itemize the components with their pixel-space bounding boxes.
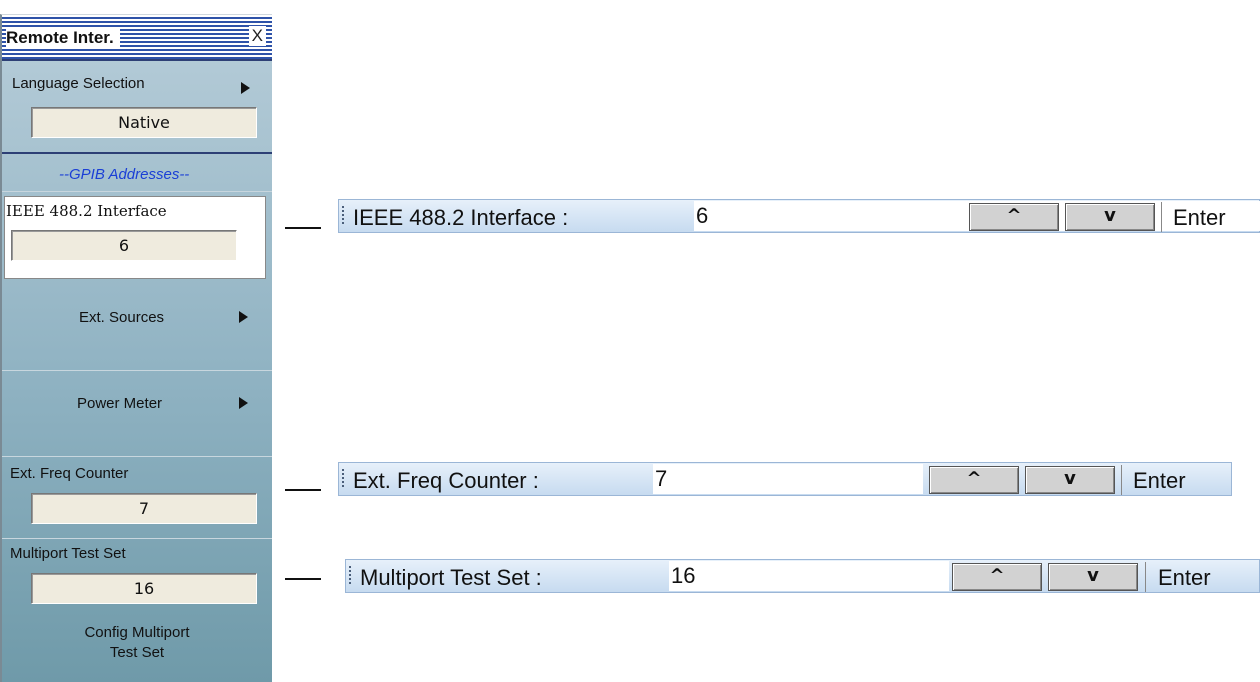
caret-down-icon: v xyxy=(1064,468,1076,489)
gpib-header-text: --GPIB Addresses-- xyxy=(59,166,190,183)
drag-grip-icon[interactable] xyxy=(349,566,351,586)
caret-up-icon: ^ xyxy=(989,565,1005,586)
ext-freq-counter-label: Ext. Freq Counter xyxy=(10,465,129,482)
ieee-interface-button[interactable]: IEEE 488.2 Interface 6 xyxy=(4,196,266,279)
power-meter-button[interactable]: Power Meter xyxy=(2,371,272,457)
increment-button[interactable]: ^ xyxy=(969,203,1059,231)
right-triangle-icon xyxy=(239,397,248,409)
ext-freq-counter-input[interactable] xyxy=(653,464,923,494)
ieee-interface-value-field: 6 xyxy=(11,230,237,261)
menu-title-bar: Remote Inter. X xyxy=(2,15,272,61)
close-button[interactable]: X xyxy=(248,26,266,46)
caret-up-icon: ^ xyxy=(966,468,982,489)
enter-button[interactable]: Enter xyxy=(1158,565,1211,591)
connector-line xyxy=(285,578,321,580)
gpib-addresses-header: --GPIB Addresses-- xyxy=(2,156,272,192)
caret-down-icon: v xyxy=(1104,205,1116,226)
right-triangle-icon xyxy=(239,311,248,323)
dialog-label: Multiport Test Set : xyxy=(360,565,542,590)
connector-line xyxy=(285,489,321,491)
ieee-interface-label: IEEE 488.2 Interface xyxy=(6,202,167,220)
increment-button[interactable]: ^ xyxy=(952,563,1042,591)
ext-freq-counter-value-field: 7 xyxy=(31,493,257,524)
connector-line xyxy=(285,227,321,229)
enter-button[interactable]: Enter xyxy=(1173,205,1226,231)
ieee-interface-entry-toolbar: IEEE 488.2 Interface : ^ v Enter xyxy=(338,199,1260,233)
drag-grip-icon[interactable] xyxy=(342,206,344,226)
dialog-label: Ext. Freq Counter : xyxy=(353,468,539,493)
separator xyxy=(1121,465,1122,495)
drag-grip-icon[interactable] xyxy=(342,469,344,489)
remote-interface-menu: Remote Inter. X Language Selection Nativ… xyxy=(0,14,272,682)
multiport-test-set-input[interactable] xyxy=(669,561,949,591)
menu-title: Remote Inter. xyxy=(6,28,120,48)
separator xyxy=(1161,202,1162,232)
right-triangle-icon xyxy=(241,82,250,94)
config-multiport-line1: Config Multiport xyxy=(84,624,190,641)
config-multiport-button[interactable]: Config Multiport Test Set xyxy=(2,617,272,677)
enter-button[interactable]: Enter xyxy=(1133,468,1186,494)
decrement-button[interactable]: v xyxy=(1025,466,1115,494)
decrement-button[interactable]: v xyxy=(1065,203,1155,231)
config-multiport-label: Config Multiport Test Set xyxy=(2,623,272,663)
power-meter-label: Power Meter xyxy=(77,395,163,412)
multiport-test-set-button[interactable]: Multiport Test Set 16 xyxy=(2,539,272,617)
increment-button[interactable]: ^ xyxy=(929,466,1019,494)
ext-sources-label: Ext. Sources xyxy=(79,309,165,326)
ext-freq-counter-button[interactable]: Ext. Freq Counter 7 xyxy=(2,457,272,539)
caret-down-icon: v xyxy=(1087,565,1099,586)
decrement-button[interactable]: v xyxy=(1048,563,1138,591)
ext-freq-counter-entry-toolbar: Ext. Freq Counter : ^ v Enter xyxy=(338,462,1232,496)
language-selection-label: Language Selection xyxy=(12,75,145,92)
multiport-test-set-value-field: 16 xyxy=(31,573,257,604)
dialog-label: IEEE 488.2 Interface : xyxy=(353,205,569,230)
multiport-test-set-label: Multiport Test Set xyxy=(10,545,126,562)
language-selection-button[interactable]: Language Selection Native xyxy=(2,61,272,154)
language-value-field: Native xyxy=(31,107,257,138)
ext-sources-button[interactable]: Ext. Sources xyxy=(2,285,272,371)
multiport-test-set-entry-toolbar: Multiport Test Set : ^ v Enter xyxy=(345,559,1260,593)
caret-up-icon: ^ xyxy=(1006,205,1022,226)
config-multiport-line2: Test Set xyxy=(109,644,165,661)
separator xyxy=(1145,562,1146,592)
